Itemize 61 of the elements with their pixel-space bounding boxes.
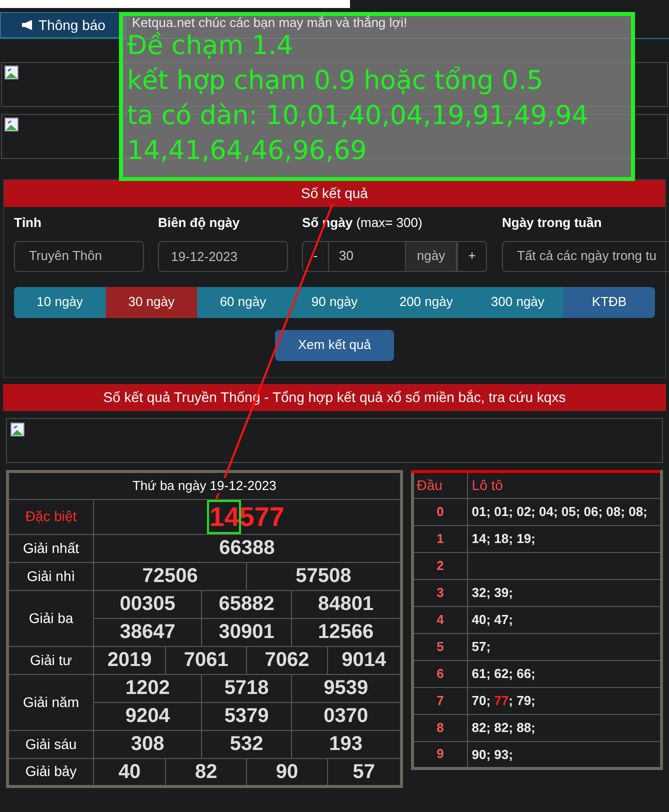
broken-image-icon [4,117,20,133]
prize-label: Giải ba [8,590,94,646]
special-prize: 14577 [94,499,402,534]
view-results-button[interactable]: Xem kết quả [275,330,394,360]
prize-number: 38647 [94,618,202,646]
prize-number: 5379 [202,702,292,730]
field-label: Tỉnh [14,214,42,232]
prize-number: 72506 [94,562,247,590]
prize-number: 5718 [202,674,292,702]
prize-label: Giải năm [8,674,94,730]
prize-label: Giải sáu [8,730,94,758]
select-field[interactable]: Tất cả các ngày trong tu [502,240,669,272]
range-button[interactable]: 30 ngày [106,286,198,318]
panel-title: Số kết quả [299,183,370,204]
prize-number: 532 [202,730,292,758]
prize-number: 30901 [202,618,292,646]
select-field[interactable]: Truyên Thôn [14,240,144,272]
prize-label: Đặc biệt [8,499,94,534]
unit-label: ngày [405,240,457,272]
broken-image-icon [10,422,26,438]
range-button[interactable]: 300 ngày [472,286,564,318]
annotation-line: Đề chạm 1.4 [127,30,294,63]
head-cell: 8 [412,714,468,741]
prize-label: Giải nhất [8,534,94,562]
section-title: Số kết quả Truyền Thống - Tổng hợp kết quả xổ số miền bắc, tra cứu kqxs [3,384,666,410]
date-input[interactable]: 19-12-2023 [158,240,288,272]
prize-number: 65882 [202,590,292,618]
prize-number: 7062 [246,646,328,674]
prize-number: 308 [94,730,202,758]
prize-number: 00305 [94,590,202,618]
prize-label: Giải nhì [8,562,94,590]
annotation-line: kết hợp chạm 0.9 hoặc tổng 0.5 [127,65,544,98]
broken-image-icon [4,65,20,81]
megaphone-icon [20,19,35,31]
range-button[interactable]: 10 ngày [14,286,106,318]
head-cell: 1 [412,525,468,552]
annotation-line: 14,41,64,46,96,69 [127,135,368,168]
prize-number: 9204 [94,702,202,730]
column-header: Đầu [412,471,468,498]
date-text: Thứ ba ngày 19-12-2023 [132,478,276,492]
field-label: Biên độ ngày [158,214,241,232]
notice-message: Ketqua.net chúc các bạn may mắn và thắng lợi! [132,14,408,32]
days-input[interactable]: 30 [329,240,405,272]
head-cell: 2 [412,552,468,579]
range-button[interactable]: 60 ngày [197,286,289,318]
prize-number: 2019 [94,646,166,674]
annotation-line: ta có dàn: 10,01,40,04,19,91,49,94 [127,100,590,133]
head-cell: 4 [412,606,468,633]
head-cell: 7 [412,687,468,714]
range-button[interactable]: 90 ngày [288,286,380,318]
range-button[interactable]: KTĐB [563,286,655,318]
head-cell: 5 [412,633,468,660]
prize-number: 1202 [94,674,202,702]
head-cell: 6 [412,660,468,687]
field-label: Ngày trong tuần [502,214,603,232]
plus-button[interactable]: + [457,240,487,272]
range-button[interactable]: 200 ngày [380,286,472,318]
prize-label: Giải tư [8,646,94,674]
prize-number: 7061 [166,646,247,674]
head-cell: 0 [412,498,468,525]
head-cell: 3 [412,579,468,606]
